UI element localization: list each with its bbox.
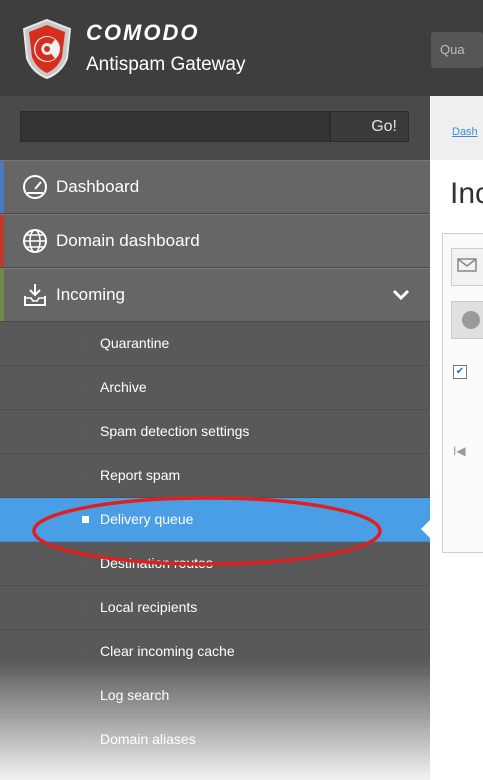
- accent-bar: [0, 269, 4, 321]
- breadcrumb-bar: Dash: [430, 96, 483, 160]
- brand-name: COMODO: [86, 20, 200, 45]
- sidebar-item-label: Incoming: [56, 285, 125, 304]
- toolbar-button[interactable]: [451, 248, 483, 286]
- first-page-icon[interactable]: I◀: [453, 444, 466, 458]
- sidebar-search: Go!: [0, 96, 430, 160]
- bullet-icon: [82, 560, 89, 567]
- bullet-icon: [82, 604, 89, 611]
- sidebar-subitem-label: Domain aliases: [100, 731, 196, 747]
- bullet-icon: [82, 736, 89, 743]
- breadcrumb-link[interactable]: Dash: [452, 126, 478, 138]
- sidebar-subitem-label: Log search: [100, 687, 170, 703]
- page-title: Inc: [450, 177, 483, 210]
- product-name: Antispam Gateway: [86, 54, 246, 75]
- sidebar-subitem-spam-detection-settings[interactable]: Spam detection settings: [0, 410, 430, 454]
- circle-arrow-icon: [462, 311, 480, 329]
- sidebar-subitem-label: Report spam: [100, 467, 181, 483]
- comodo-logo-icon: [20, 18, 74, 80]
- sidebar-subitem-label: Destination routes: [100, 555, 213, 571]
- sidebar-subitem-domain-aliases[interactable]: Domain aliases: [0, 718, 430, 762]
- bullet-icon: [82, 648, 89, 655]
- sidebar-subitem-label: Quarantine: [100, 335, 170, 351]
- bullet-icon: [82, 340, 89, 347]
- chevron-down-icon[interactable]: [392, 287, 410, 301]
- accent-bar: [0, 215, 4, 267]
- sidebar-item-domain-dashboard[interactable]: Domain dashboard: [0, 214, 430, 268]
- sidebar-item-label: Dashboard: [56, 177, 140, 196]
- search-input[interactable]: [20, 111, 330, 142]
- active-pointer-arrow: [421, 519, 431, 539]
- sidebar-item-incoming[interactable]: Incoming: [0, 268, 430, 322]
- sidebar-subitem-label: Local recipients: [100, 599, 198, 615]
- sidebar-subitem-label: Spam detection settings: [100, 423, 250, 439]
- sidebar-subitem-local-recipients[interactable]: Local recipients: [0, 586, 430, 630]
- bullet-icon: [82, 428, 89, 435]
- queue-panel: ✔ I◀: [442, 233, 483, 553]
- bullet-icon: [82, 516, 89, 523]
- go-button[interactable]: Go!: [330, 111, 409, 142]
- sidebar-subitem-label: Delivery queue: [100, 511, 194, 527]
- sidebar-item-label: Domain dashboard: [56, 231, 200, 250]
- sidebar-subitem-log-search[interactable]: Log search: [0, 674, 430, 718]
- sidebar-item-dashboard[interactable]: Dashboard: [0, 160, 430, 214]
- sidebar-subitem-report-spam[interactable]: Report spam: [0, 454, 430, 498]
- mail-icon: [457, 258, 477, 272]
- bullet-icon: [82, 692, 89, 699]
- accent-bar: [0, 161, 4, 213]
- sidebar-subitem-delivery-queue[interactable]: Delivery queue: [0, 498, 430, 542]
- toolbar-button[interactable]: [451, 301, 483, 339]
- select-all-checkbox[interactable]: ✔: [453, 365, 467, 379]
- sidebar-subitem-quarantine[interactable]: Quarantine: [0, 322, 430, 366]
- globe-icon: [22, 228, 48, 254]
- sidebar-subitem-destination-routes[interactable]: Destination routes: [0, 542, 430, 586]
- bullet-icon: [82, 472, 89, 479]
- main-content: Dash Inc ✔ I◀: [430, 96, 483, 780]
- quarantine-top-button[interactable]: Qua: [431, 32, 483, 68]
- inbox-download-icon: [22, 282, 48, 308]
- sidebar-subitem-clear-incoming-cache[interactable]: Clear incoming cache: [0, 630, 430, 674]
- sidebar: Go! Dashboard Domain dashboard Incoming …: [0, 96, 430, 780]
- sidebar-subitem-label: Archive: [100, 379, 147, 395]
- bullet-icon: [82, 384, 89, 391]
- gauge-icon: [22, 174, 48, 200]
- app-header: COMODO Antispam Gateway Qua: [0, 0, 483, 96]
- sidebar-subitem-label: Clear incoming cache: [100, 643, 235, 659]
- sidebar-subitem-archive[interactable]: Archive: [0, 366, 430, 410]
